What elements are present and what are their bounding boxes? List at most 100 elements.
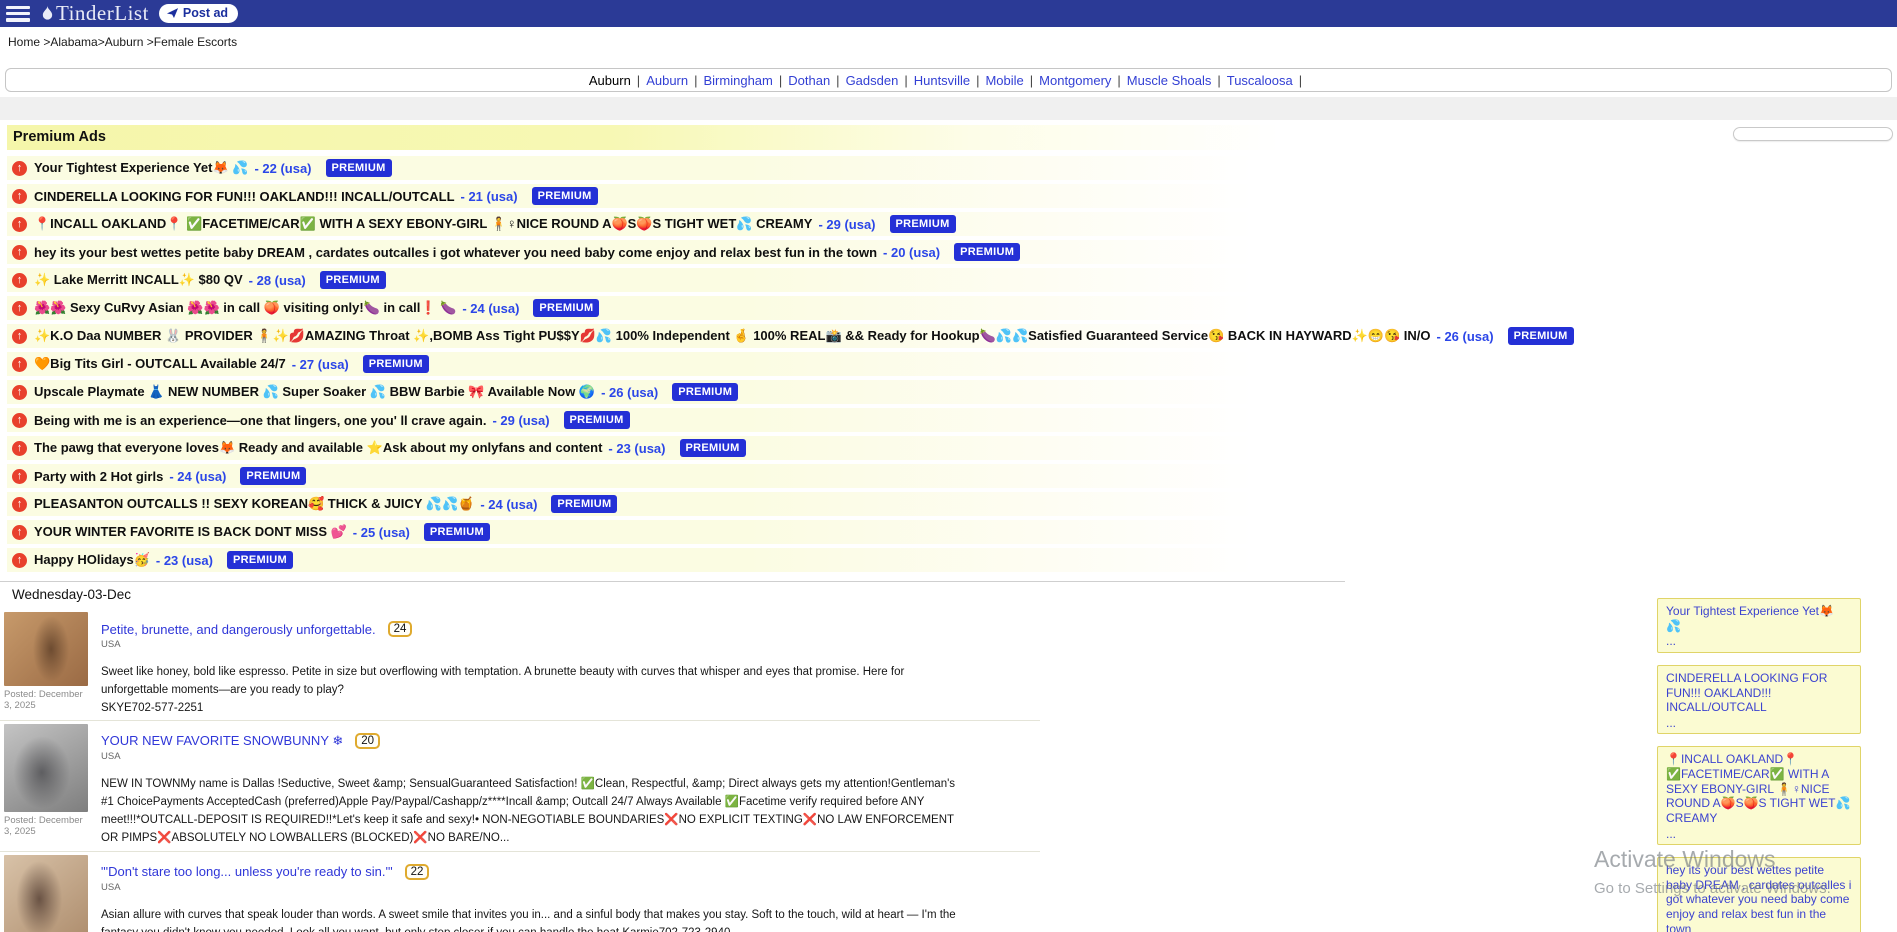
premium-ad-age-location: - 29 (usa) [492, 413, 549, 428]
sidebar-ad-box[interactable]: CINDERELLA LOOKING FOR FUN!!! OAKLAND!!!… [1657, 665, 1861, 735]
premium-ad-age-location: - 22 (usa) [254, 161, 311, 176]
premium-ad-row: ↑ Party with 2 Hot girls - 24 (usa) PREM… [7, 464, 1347, 488]
age-badge: 20 [355, 733, 380, 749]
premium-ad-row: ↑ YOUR WINTER FAVORITE IS BACK DONT MISS… [7, 520, 1347, 544]
listing-thumbnail[interactable] [4, 724, 88, 812]
premium-ad-title[interactable]: ✨ Lake Merritt INCALL✨ $80 QV [34, 272, 243, 288]
premium-ad-row: ↑ ✨K.O Daa NUMBER 🐰 PROVIDER 🧍✨💋AMAZING … [7, 324, 1347, 348]
listings-feed: Wednesday-03-Dec Posted: December 3, 202… [0, 581, 1897, 932]
description-line: NEW IN TOWNMy name is Dallas !Seductive,… [101, 776, 961, 847]
breadcrumb[interactable]: Home >Alabama>Auburn >Female Escorts [0, 27, 1897, 55]
bump-up-icon: ↑ [12, 301, 27, 316]
city-link-mobile[interactable]: Mobile [985, 73, 1023, 88]
bump-up-icon: ↑ [12, 553, 27, 568]
premium-ad-title[interactable]: Your Tightest Experience Yet🦊 💦 [34, 160, 248, 176]
premium-ad-title[interactable]: Being with me is an experience—one that … [34, 413, 486, 428]
sidebar-ad-title[interactable]: hey its your best wettes petite baby DRE… [1666, 863, 1852, 932]
premium-ad-row: ↑ 🧡Big Tits Girl - OUTCALL Available 24/… [7, 352, 1347, 376]
premium-badge: PREMIUM [363, 355, 429, 373]
listing-title-link[interactable]: Petite, brunette, and dangerously unforg… [101, 622, 376, 637]
bump-up-icon: ↑ [12, 525, 27, 540]
bump-up-icon: ↑ [12, 385, 27, 400]
listing-thumbnail[interactable] [4, 612, 88, 686]
premium-badge: PREMIUM [424, 523, 490, 541]
separator: | [1117, 73, 1120, 88]
bump-up-icon: ↑ [12, 441, 27, 456]
listing-title-link[interactable]: "'Don't stare too long... unless you're … [101, 864, 393, 879]
city-link-huntsville[interactable]: Huntsville [914, 73, 970, 88]
listing-location: USA [101, 751, 961, 762]
description-line: Asian allure with curves that speak loud… [101, 907, 961, 932]
premium-badge: PREMIUM [326, 159, 392, 177]
city-nav-bar: Auburn | Auburn | Birmingham | Dothan | … [5, 68, 1892, 92]
listing-location: USA [101, 639, 961, 650]
premium-ad-age-location: - 24 (usa) [462, 301, 519, 316]
premium-badge: PREMIUM [672, 383, 738, 401]
premium-ad-title[interactable]: 🧡Big Tits Girl - OUTCALL Available 24/7 [34, 356, 286, 372]
premium-ad-title[interactable]: hey its your best wettes petite baby DRE… [34, 245, 877, 260]
premium-ad-title[interactable]: Happy HOlidays🥳 [34, 552, 150, 568]
sidebar-ad-title[interactable]: 📍INCALL OAKLAND📍 ✅FACETIME/CAR✅ WITH A S… [1666, 752, 1852, 825]
description-line: Sweet like honey, bold like espresso. Pe… [101, 664, 961, 700]
divider-band [0, 97, 1897, 120]
bump-up-icon: ↑ [12, 329, 27, 344]
listing-location: USA [101, 882, 961, 893]
listing-row: Posted: December 3, 2025 Petite, brunett… [0, 609, 1040, 721]
premium-badge: PREMIUM [890, 215, 956, 233]
menu-icon[interactable] [6, 6, 30, 22]
sidebar-ad-title[interactable]: CINDERELLA LOOKING FOR FUN!!! OAKLAND!!!… [1666, 671, 1852, 715]
sidebar-ad-box[interactable]: 📍INCALL OAKLAND📍 ✅FACETIME/CAR✅ WITH A S… [1657, 746, 1861, 845]
bump-up-icon: ↑ [12, 357, 27, 372]
premium-ad-title[interactable]: 🌺🌺 Sexy CuRvy Asian 🌺🌺 in call 🍑 visitin… [34, 300, 456, 316]
listing-thumbnail[interactable] [4, 855, 88, 932]
city-link-dothan[interactable]: Dothan [788, 73, 830, 88]
listing-row: Posted: December 3, 2025 YOUR NEW FAVORI… [0, 721, 1040, 851]
premium-ad-title[interactable]: YOUR WINTER FAVORITE IS BACK DONT MISS 💕 [34, 524, 347, 540]
city-link-auburn[interactable]: Auburn [646, 73, 688, 88]
bump-up-icon: ↑ [12, 413, 27, 428]
premium-ad-row: ↑ ✨ Lake Merritt INCALL✨ $80 QV - 28 (us… [7, 268, 1347, 292]
premium-badge: PREMIUM [320, 271, 386, 289]
city-link-montgomery[interactable]: Montgomery [1039, 73, 1111, 88]
premium-ad-title[interactable]: The pawg that everyone loves🦊 Ready and … [34, 440, 602, 456]
site-logo[interactable]: TinderList [40, 1, 149, 26]
posted-date: Posted: December 3, 2025 [4, 815, 92, 837]
listing-description: NEW IN TOWNMy name is Dallas !Seductive,… [101, 776, 961, 847]
separator: | [779, 73, 782, 88]
separator: | [904, 73, 907, 88]
listing-description: Sweet like honey, bold like espresso. Pe… [101, 664, 961, 717]
city-link-gadsden[interactable]: Gadsden [846, 73, 899, 88]
city-link-birmingham[interactable]: Birmingham [704, 73, 773, 88]
premium-ad-row: ↑ CINDERELLA LOOKING FOR FUN!!! OAKLAND!… [7, 184, 1347, 208]
premium-ad-age-location: - 24 (usa) [480, 497, 537, 512]
listing-title-link[interactable]: YOUR NEW FAVORITE SNOWBUNNY ❄ [101, 733, 343, 749]
premium-ad-title[interactable]: 📍INCALL OAKLAND📍 ✅FACETIME/CAR✅ WITH A S… [34, 216, 812, 232]
premium-ad-row: ↑ hey its your best wettes petite baby D… [7, 240, 1347, 264]
premium-ad-title[interactable]: PLEASANTON OUTCALLS !! SEXY KOREAN🥰 THIC… [34, 496, 474, 512]
premium-badge: PREMIUM [227, 551, 293, 569]
premium-ad-age-location: - 26 (usa) [601, 385, 658, 400]
sidebar-ad-box[interactable]: Your Tightest Experience Yet🦊 💦 ... [1657, 598, 1861, 653]
premium-ad-title[interactable]: CINDERELLA LOOKING FOR FUN!!! OAKLAND!!!… [34, 189, 455, 204]
premium-ad-age-location: - 26 (usa) [1437, 329, 1494, 344]
separator: | [1030, 73, 1033, 88]
premium-ad-age-location: - 21 (usa) [461, 189, 518, 204]
premium-ad-age-location: - 25 (usa) [353, 525, 410, 540]
top-right-empty-box[interactable] [1733, 127, 1893, 141]
premium-ad-title[interactable]: Party with 2 Hot girls [34, 469, 163, 484]
sidebar-ad-title[interactable]: Your Tightest Experience Yet🦊 💦 [1666, 604, 1852, 633]
city-link-tuscaloosa[interactable]: Tuscaloosa [1227, 73, 1293, 88]
bump-up-icon: ↑ [12, 189, 27, 204]
post-ad-button[interactable]: Post ad [159, 4, 238, 23]
listing-description: Asian allure with curves that speak loud… [101, 907, 961, 932]
premium-ads-header: Premium Ads [7, 125, 1347, 150]
premium-ad-age-location: - 28 (usa) [249, 273, 306, 288]
premium-ad-title[interactable]: Upscale Playmate 👗 NEW NUMBER 💦 Super So… [34, 384, 595, 400]
separator: | [836, 73, 839, 88]
separator: | [637, 73, 640, 88]
premium-ad-title[interactable]: ✨K.O Daa NUMBER 🐰 PROVIDER 🧍✨💋AMAZING Th… [34, 328, 1431, 344]
premium-ad-age-location: - 23 (usa) [156, 553, 213, 568]
flame-icon [40, 5, 55, 23]
city-link-muscle-shoals[interactable]: Muscle Shoals [1127, 73, 1212, 88]
sidebar-ad-box[interactable]: hey its your best wettes petite baby DRE… [1657, 857, 1861, 932]
